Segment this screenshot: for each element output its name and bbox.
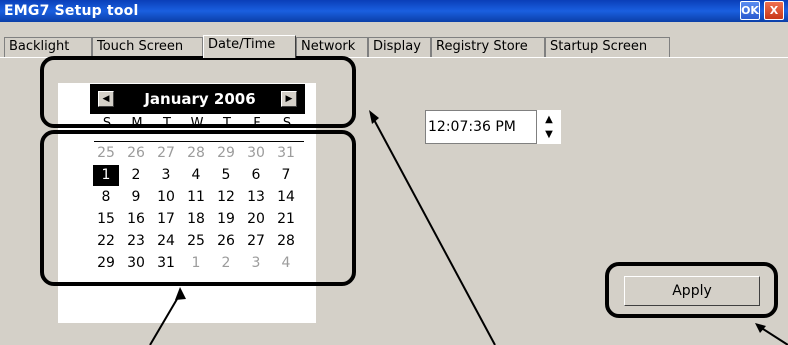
calendar-day[interactable]: 16 (123, 209, 149, 230)
time-down-button[interactable]: ▼ (541, 128, 557, 140)
calendar-day[interactable]: 17 (153, 209, 179, 230)
calendar-day[interactable]: 3 (243, 253, 269, 274)
tab-touch-screen[interactable]: Touch Screen (92, 37, 203, 57)
calendar-day[interactable]: 3 (153, 165, 179, 186)
tab-startup-screen[interactable]: Startup Screen (545, 37, 670, 57)
time-field[interactable]: 12:07:36 PM (425, 110, 537, 144)
close-button[interactable]: X (764, 1, 784, 20)
calendar-day[interactable]: 11 (183, 187, 209, 208)
ok-button[interactable]: OK (740, 1, 760, 20)
calendar-day[interactable]: 2 (123, 165, 149, 186)
calendar-day[interactable]: 18 (183, 209, 209, 230)
calendar-day[interactable]: 5 (213, 165, 239, 186)
calendar-day[interactable]: 30 (243, 143, 269, 164)
calendar-day[interactable]: 25 (183, 231, 209, 252)
calendar-day[interactable]: 23 (123, 231, 149, 252)
time-spinner: ▲ ▼ (537, 110, 561, 144)
time-up-button[interactable]: ▲ (541, 113, 557, 125)
calendar-day[interactable]: 22 (93, 231, 119, 252)
calendar-day[interactable]: 7 (273, 165, 299, 186)
calendar-day[interactable]: 4 (183, 165, 209, 186)
calendar-day[interactable]: 31 (273, 143, 299, 164)
annotation-box-apply (605, 262, 778, 318)
calendar-day[interactable]: 29 (213, 143, 239, 164)
calendar-day[interactable]: 20 (243, 209, 269, 230)
calendar-day[interactable]: 13 (243, 187, 269, 208)
spin-down-icon: ▼ (545, 128, 553, 140)
calendar-day[interactable]: 6 (243, 165, 269, 186)
calendar-day[interactable]: 27 (153, 143, 179, 164)
calendar-day[interactable]: 12 (213, 187, 239, 208)
calendar-day[interactable]: 2 (213, 253, 239, 274)
calendar-day[interactable]: 30 (123, 253, 149, 274)
calendar-day[interactable]: 9 (123, 187, 149, 208)
calendar-day[interactable]: 4 (273, 253, 299, 274)
tab-network[interactable]: Network (296, 37, 368, 57)
calendar-day[interactable]: 1 (93, 165, 119, 186)
calendar-day[interactable]: 19 (213, 209, 239, 230)
title-bar: EMG7 Setup tool OK X (0, 0, 788, 22)
calendar-day[interactable]: 24 (153, 231, 179, 252)
calendar-day[interactable]: 1 (183, 253, 209, 274)
spin-up-icon: ▲ (545, 113, 553, 125)
tab-date-time[interactable]: Date/Time (203, 35, 296, 58)
calendar-day[interactable]: 28 (183, 143, 209, 164)
window-title: EMG7 Setup tool (4, 3, 139, 19)
time-value: 12:07:36 PM (428, 119, 516, 135)
calendar-day[interactable]: 27 (243, 231, 269, 252)
calendar-day[interactable]: 10 (153, 187, 179, 208)
calendar-day[interactable]: 15 (93, 209, 119, 230)
calendar-day[interactable]: 28 (273, 231, 299, 252)
tab-registry-store[interactable]: Registry Store (431, 37, 545, 57)
calendar-day[interactable]: 31 (153, 253, 179, 274)
calendar-day[interactable]: 25 (93, 143, 119, 164)
calendar-day[interactable]: 26 (213, 231, 239, 252)
calendar-day[interactable]: 26 (123, 143, 149, 164)
tab-display[interactable]: Display (368, 37, 431, 57)
annotation-box-month-navigation (40, 56, 356, 128)
tab-backlight[interactable]: Backlight (4, 37, 92, 57)
calendar-day[interactable]: 29 (93, 253, 119, 274)
calendar-day[interactable]: 14 (273, 187, 299, 208)
calendar-day[interactable]: 8 (93, 187, 119, 208)
calendar-day[interactable]: 21 (273, 209, 299, 230)
